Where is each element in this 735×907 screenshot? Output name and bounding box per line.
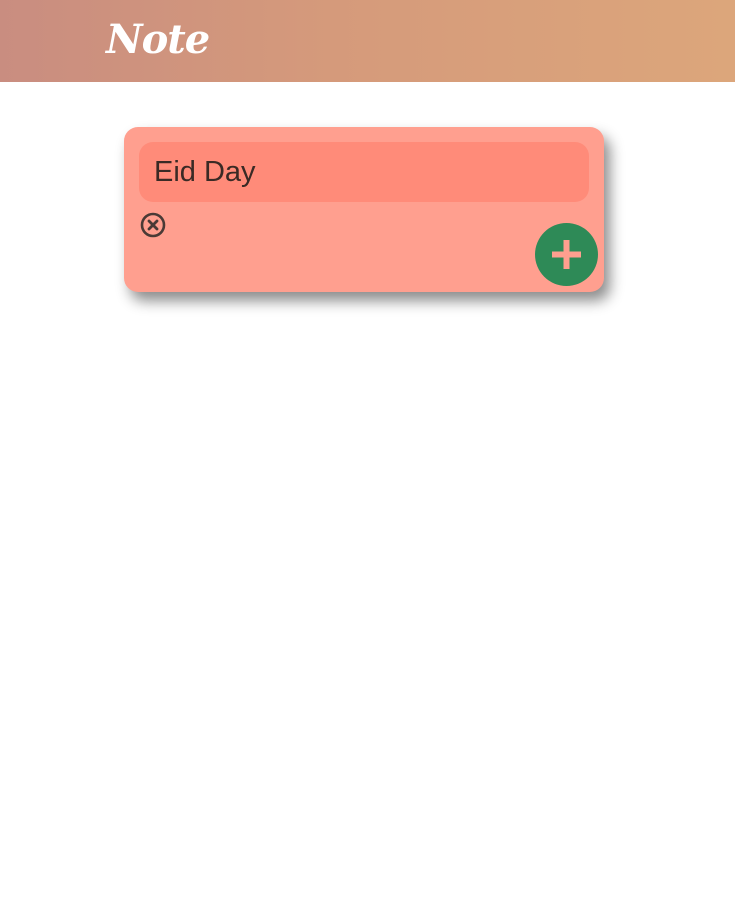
close-circle-icon [140, 212, 166, 238]
app-header: Note [0, 0, 735, 82]
delete-note-button[interactable] [140, 212, 166, 238]
add-note-button[interactable] [535, 223, 598, 286]
note-title[interactable]: Eid Day [139, 142, 589, 202]
plus-icon [552, 240, 581, 269]
app-logo: Note [106, 16, 210, 63]
note-card: Eid Day [124, 127, 604, 292]
